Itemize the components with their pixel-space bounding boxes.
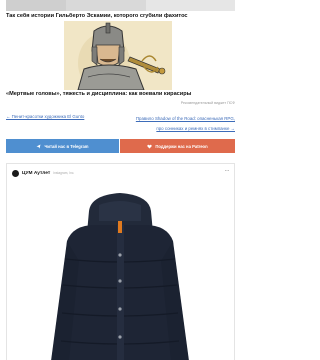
previous-post-link[interactable]: ← Пенит-красотки художника El Gunto	[6, 114, 84, 119]
recommendation-widget-label[interactable]: Рекомендательный виджет ПСФ	[181, 101, 235, 105]
heart-icon	[147, 144, 152, 148]
account-name[interactable]: ЦУМ Аутлет	[22, 171, 50, 176]
next-post-link-line2[interactable]: про сонниках и ремнях в стимпанке →	[136, 124, 235, 134]
avatar[interactable]	[12, 169, 19, 177]
previous-article-thumbnail[interactable]	[6, 0, 235, 11]
post-photo[interactable]	[7, 181, 234, 360]
post-source: Instagram, Inc.	[53, 171, 75, 175]
instagram-embed: ЦУМ Аутлет Instagram, Inc. ···	[6, 163, 235, 360]
telegram-button-label: Читай нас в Telegram	[44, 143, 89, 149]
next-post-link-line1[interactable]: Правило Shadow of the Road: опасненькая …	[136, 114, 235, 124]
patreon-button-label: Поддержи нас на Patreon	[155, 143, 208, 149]
post-header: ЦУМ Аутлет Instagram, Inc.	[12, 169, 74, 177]
next-post-link[interactable]: Правило Shadow of the Road: опасненькая …	[136, 114, 235, 134]
telegram-button[interactable]: Читай нас в Telegram	[6, 139, 119, 153]
more-icon[interactable]: ···	[225, 168, 230, 174]
paper-plane-icon	[36, 144, 41, 148]
article-headline-link[interactable]: «Мертвые головы», тяжесть и дисциплина: …	[6, 91, 235, 98]
article-headline-link[interactable]: Так себя истории Гильберто Эскамии, кото…	[6, 13, 235, 20]
patreon-button[interactable]: Поддержи нас на Patreon	[120, 139, 235, 153]
cuirassier-illustration[interactable]	[64, 21, 172, 90]
